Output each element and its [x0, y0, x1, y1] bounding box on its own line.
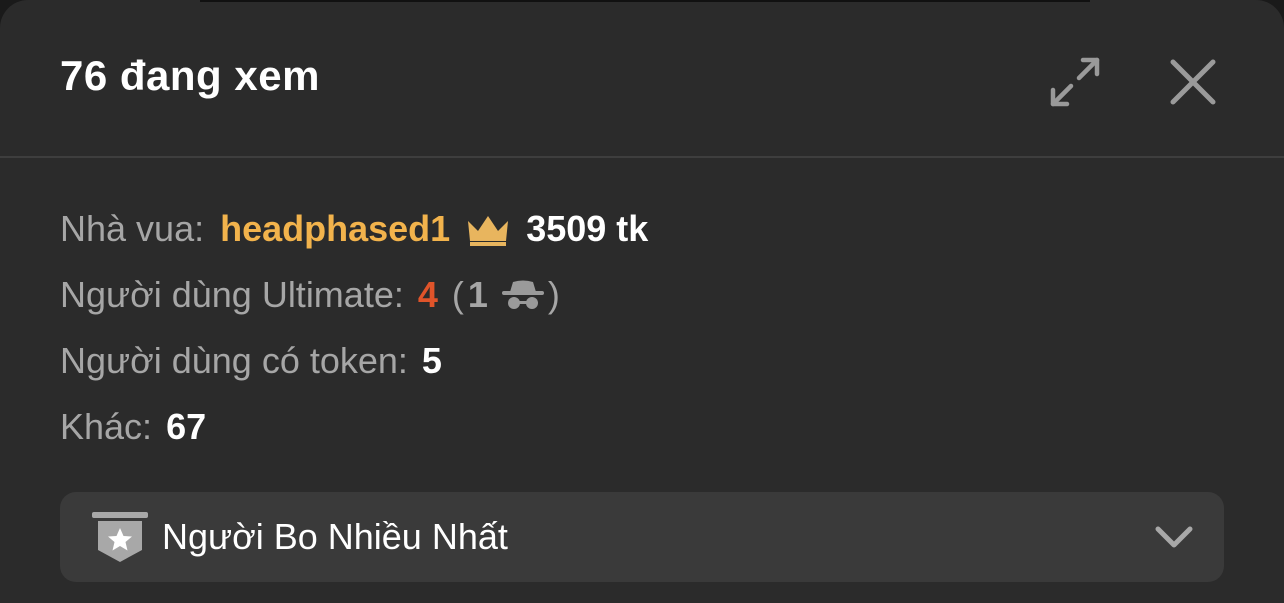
king-username[interactable]: headphased1 — [220, 208, 450, 250]
viewer-stats: Nhà vua: headphased1 3509 tk Người dùng … — [60, 196, 648, 460]
chevron-down-icon — [1154, 521, 1194, 558]
token-users-label: Người dùng có token: — [60, 340, 408, 381]
other-row: Khác: 67 — [60, 394, 648, 460]
open-paren: ( — [451, 274, 464, 315]
crown-icon — [464, 211, 512, 247]
token-users-count: 5 — [421, 340, 442, 381]
star-badge-icon — [92, 512, 148, 569]
king-label: Nhà vua: — [60, 208, 205, 249]
ultimate-row: Người dùng Ultimate: 4 ( 1 ) — [60, 262, 648, 328]
expand-arrows-icon — [1050, 57, 1100, 107]
viewer-count-title: 76 đang xem — [60, 52, 320, 99]
panel-header: 76 đang xem — [0, 0, 1284, 158]
dropdown-label: Người Bo Nhiều Nhất — [162, 516, 508, 557]
top-tipper-dropdown[interactable]: Người Bo Nhiều Nhất — [60, 492, 1224, 582]
other-label: Khác: — [60, 406, 153, 447]
token-users-row: Người dùng có token: 5 — [60, 328, 648, 394]
ultimate-count: 4 — [417, 274, 438, 315]
close-icon — [1170, 59, 1216, 105]
spy-incognito-icon — [500, 279, 546, 311]
viewers-panel: 76 đang xem Nhà vua: headphased1 3509 tk… — [0, 0, 1284, 603]
king-row: Nhà vua: headphased1 3509 tk — [60, 196, 648, 262]
other-count: 67 — [166, 406, 207, 447]
close-paren: ) — [547, 274, 560, 315]
close-button[interactable] — [1163, 52, 1223, 112]
king-tokens: 3509 tk — [526, 208, 649, 249]
ultimate-label: Người dùng Ultimate: — [60, 274, 404, 315]
anonymous-count: 1 — [467, 274, 488, 315]
expand-button[interactable] — [1045, 52, 1105, 112]
